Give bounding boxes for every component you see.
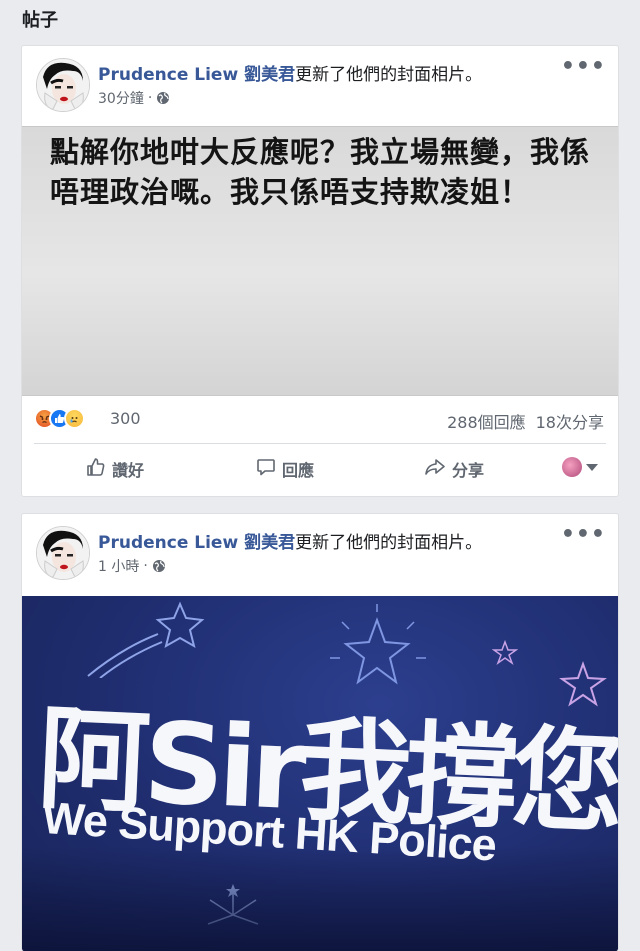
post-card: Prudence Liew 劉美君更新了他們的封面相片。 30分鐘 · ••• … [21,45,619,497]
post-header: Prudence Liew 劉美君更新了他們的封面相片。 1 小時 · ••• [22,514,618,596]
post-action-text: 更新了他們的封面相片。 [295,533,483,553]
share-button[interactable]: 分享 [424,455,484,483]
like-button-label: 讚好 [112,461,145,480]
globe-icon [152,559,166,573]
cover-photo[interactable]: 阿Sir我撐您 We Support HK Police [22,596,618,951]
caret-down-icon [586,463,598,471]
meta-separator: · [147,90,153,106]
meta-separator: · [143,558,148,574]
post-meta: 30分鐘 · [98,88,170,108]
globe-icon [156,91,170,105]
post-card: Prudence Liew 劉美君更新了他們的封面相片。 1 小時 · ••• [21,513,619,951]
comment-count[interactable]: 288個回應 [447,413,526,432]
action-bar: 讚好 回應 分享 [34,449,606,489]
comment-button-label: 回應 [282,461,315,480]
post-header: Prudence Liew 劉美君更新了他們的封面相片。 30分鐘 · ••• [22,46,618,128]
comment-icon [256,457,276,481]
avatar[interactable] [36,58,90,112]
post-timestamp[interactable]: 30分鐘 [98,88,144,108]
reaction-icons[interactable] [34,408,85,429]
post-timestamp[interactable]: 1 小時 [98,556,139,576]
shooting-star-decoration [87,601,205,678]
share-icon [424,457,446,481]
avatar[interactable] [36,526,90,580]
star-decoration [492,640,518,666]
author-line: Prudence Liew 劉美君更新了他們的封面相片。 [98,528,482,553]
section-title: 帖子 [22,10,58,31]
engagement-stats: 288個回應 18次分享 [437,409,604,433]
share-count[interactable]: 18次分享 [536,413,604,432]
author-line: Prudence Liew 劉美君更新了他們的封面相片。 [98,60,482,85]
reaction-count[interactable]: 300 [110,409,141,428]
more-options-icon[interactable]: ••• [561,56,606,78]
divider [34,443,606,444]
reactions-summary: 300 288個回應 18次分享 [34,406,604,432]
reaction-as-selector[interactable] [562,457,598,477]
share-button-label: 分享 [452,461,485,480]
more-options-icon[interactable]: ••• [561,524,606,546]
author-name-link[interactable]: Prudence Liew 劉美君 [98,533,295,553]
post-meta: 1 小時 · [98,556,166,576]
post-action-text: 更新了他們的封面相片。 [295,65,483,85]
photo-shadow [22,846,618,951]
author-name-link[interactable]: Prudence Liew 劉美君 [98,65,295,85]
avatar [562,457,582,477]
sad-reaction-icon [64,408,85,429]
comment-button[interactable]: 回應 [256,455,314,483]
cover-photo-text: 點解你地咁大反應呢？我立場無變，我係唔理政治嘅。我只係唔支持欺凌姐！ [50,135,591,209]
like-button[interactable]: 讚好 [86,455,144,483]
thumbs-up-icon [86,457,106,481]
